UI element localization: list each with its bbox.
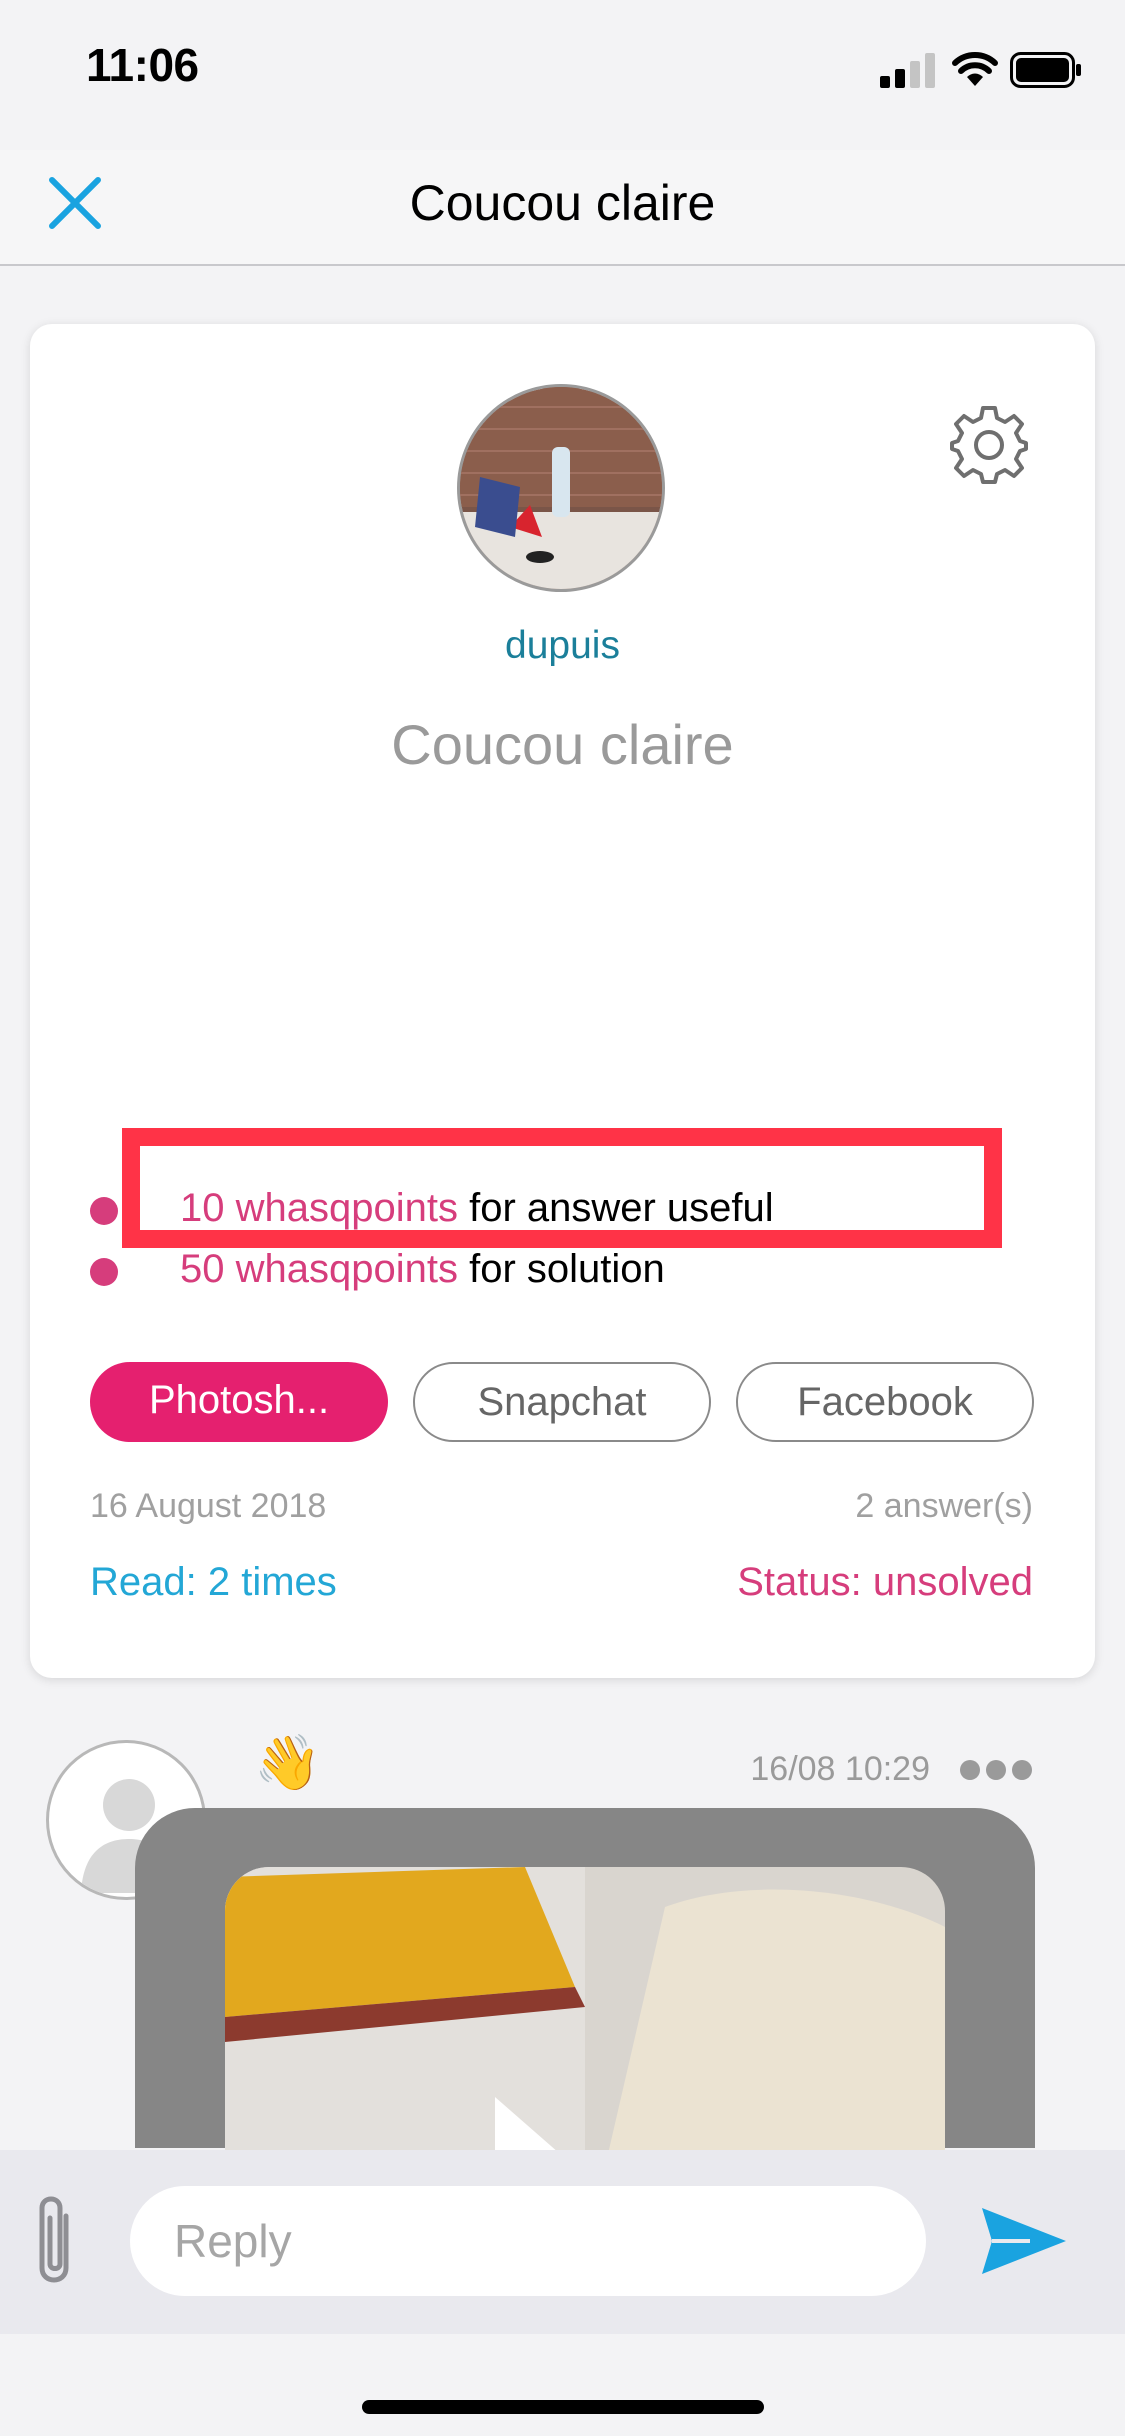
reward-label: for solution bbox=[457, 1247, 665, 1291]
author-username[interactable]: dupuis bbox=[0, 624, 1125, 668]
question-title: Coucou claire bbox=[391, 713, 734, 776]
tag-snapchat[interactable]: Snapchat bbox=[413, 1362, 711, 1442]
wave-emoji: 👋 bbox=[254, 1733, 322, 1793]
send-icon[interactable] bbox=[980, 2204, 1068, 2278]
settings-gear-icon[interactable] bbox=[948, 404, 1030, 486]
reward-points: 50 whasqpoints bbox=[180, 1247, 458, 1291]
home-indicator bbox=[362, 2400, 764, 2414]
nav-title: Coucou claire bbox=[409, 175, 716, 231]
tag-facebook[interactable]: Facebook bbox=[736, 1362, 1034, 1442]
bullet-point bbox=[90, 1258, 118, 1286]
video-preview-image bbox=[225, 1867, 945, 2167]
tag-photoshop[interactable]: Photosh... bbox=[90, 1362, 388, 1442]
reply-input[interactable] bbox=[130, 2186, 926, 2296]
message-timestamp: 16/08 10:29 bbox=[750, 1750, 930, 1788]
wifi-icon bbox=[952, 52, 998, 86]
battery-icon bbox=[1010, 52, 1081, 88]
author-avatar-photo bbox=[460, 387, 662, 589]
paperclip-icon[interactable] bbox=[24, 2186, 84, 2296]
cellular-signal-icon bbox=[880, 53, 935, 88]
highlight-annotation-box bbox=[122, 1128, 1002, 1248]
status-time: 11:06 bbox=[86, 39, 199, 91]
answer-count: 2 answer(s) bbox=[855, 1487, 1033, 1525]
question-date: 16 August 2018 bbox=[90, 1487, 327, 1525]
reward-solution: 50 whasqpoints for solution bbox=[180, 1247, 665, 1292]
author-avatar[interactable] bbox=[457, 384, 665, 592]
video-thumbnail[interactable] bbox=[225, 1867, 945, 2167]
bullet-point bbox=[90, 1197, 118, 1225]
question-status: Status: unsolved bbox=[737, 1560, 1033, 1604]
read-count: Read: 2 times bbox=[90, 1560, 337, 1604]
more-options-icon[interactable] bbox=[958, 1758, 1034, 1782]
